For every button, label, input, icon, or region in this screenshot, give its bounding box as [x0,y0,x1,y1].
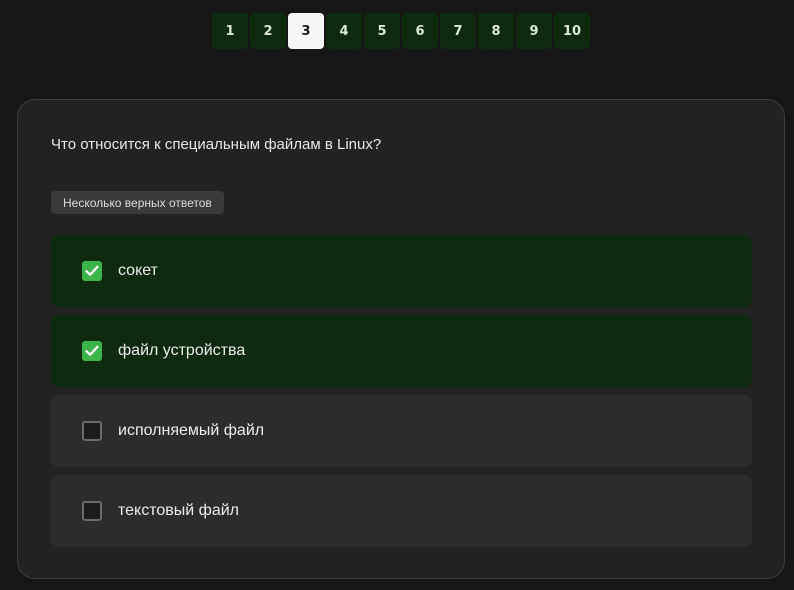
checkbox[interactable] [82,261,102,281]
option-label: текстовый файл [118,502,239,519]
page-button-4[interactable]: 4 [326,13,362,49]
checkbox[interactable] [82,341,102,361]
answer-mode-badge: Несколько верных ответов [51,191,224,214]
page-button-6[interactable]: 6 [402,13,438,49]
option-socket[interactable]: сокет [51,235,752,307]
checkbox[interactable] [82,421,102,441]
answer-options: сокет файл устройства исполняемый файл т… [51,235,752,555]
question-card: Что относится к специальным файлам в Lin… [17,99,785,579]
page-button-9[interactable]: 9 [516,13,552,49]
option-label: сокет [118,262,158,279]
option-device-file[interactable]: файл устройства [51,315,752,387]
page-button-8[interactable]: 8 [478,13,514,49]
question-pager: 1 2 3 4 5 6 7 8 9 10 [212,13,590,49]
page-button-1[interactable]: 1 [212,13,248,49]
option-label: файл устройства [118,342,246,359]
question-text: Что относится к специальным файлам в Lin… [51,136,382,153]
check-icon [85,265,99,276]
page-button-10[interactable]: 10 [554,13,590,49]
option-executable-file[interactable]: исполняемый файл [51,395,752,467]
page-button-2[interactable]: 2 [250,13,286,49]
page-button-5[interactable]: 5 [364,13,400,49]
checkbox[interactable] [82,501,102,521]
page-button-3-current[interactable]: 3 [288,13,324,49]
option-text-file[interactable]: текстовый файл [51,475,752,547]
option-label: исполняемый файл [118,422,265,439]
check-icon [85,345,99,356]
page-button-7[interactable]: 7 [440,13,476,49]
